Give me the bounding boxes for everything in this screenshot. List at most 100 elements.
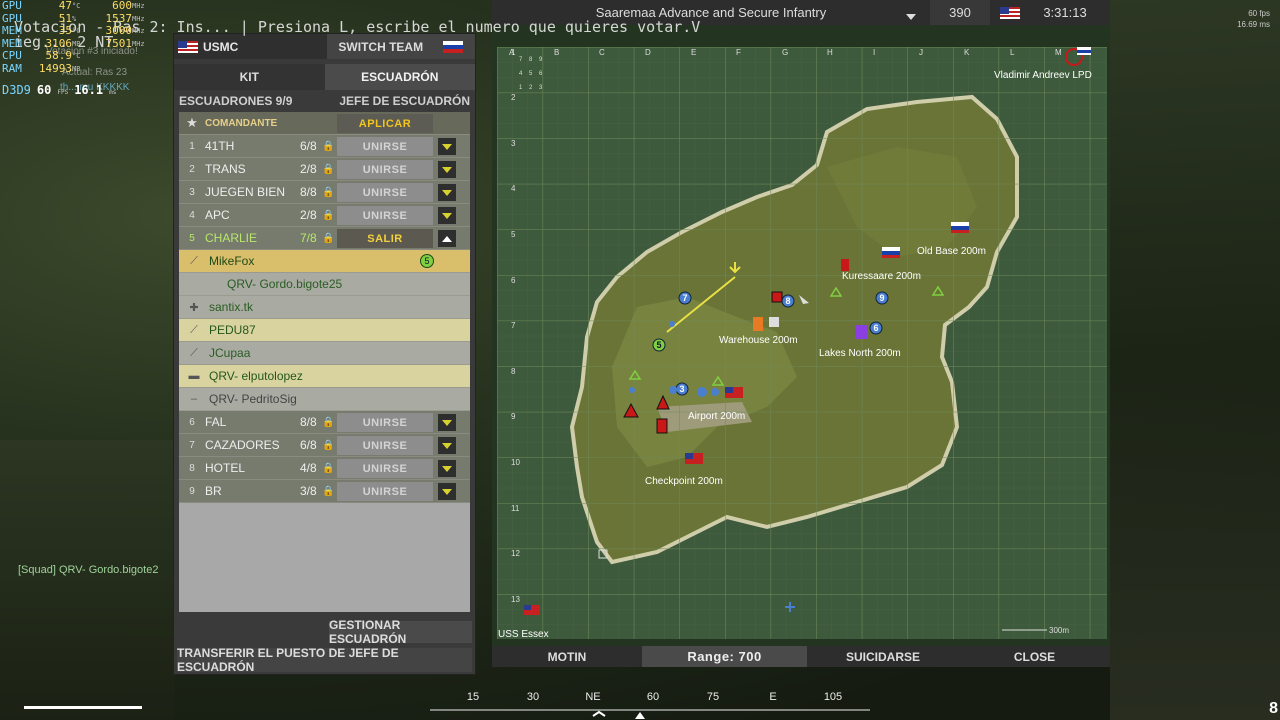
flag-old-base[interactable]: Old Base 200m: [917, 246, 986, 257]
supply-icon: [769, 317, 779, 327]
compass-labels: 15 30 NE 60 75 E 105: [467, 691, 842, 703]
join-squad-button[interactable]: UNIRSE: [337, 482, 433, 501]
collapse-arrow-icon[interactable]: [438, 230, 456, 247]
compass-tick: 30: [527, 691, 539, 703]
manage-squad-button[interactable]: GESTIONAR ESCUADRÓN: [329, 618, 472, 646]
squads-count: ESCUADRONES 9/9: [179, 94, 293, 108]
compass-tick: 105: [824, 691, 842, 703]
join-squad-button[interactable]: UNIRSE: [337, 160, 433, 179]
team-tab: USMC: [174, 34, 327, 59]
grid-row-label: 7: [511, 321, 516, 330]
ru-flag-icon: [443, 40, 464, 53]
friendly-unit-icon: [697, 387, 707, 397]
grid-col-label: E: [691, 48, 696, 57]
member-row[interactable]: – QRV- PedritoSig: [179, 388, 470, 411]
perf-overlay: GPU 47 °C 600 MHz GPU 51% 1537 MHz MEM 35 °C 3000 M…: [2, 0, 172, 75]
panel-tabs: KIT ESCUADRÓN: [174, 64, 475, 90]
grid: [497, 47, 1107, 639]
join-squad-button[interactable]: UNIRSE: [337, 137, 433, 156]
squad-row[interactable]: 4 APC 2/8 🔒 UNIRSE: [179, 204, 470, 227]
expand-arrow-icon[interactable]: [438, 483, 456, 500]
friendly-unit-icon: [711, 388, 719, 396]
fps-corner: 60 fps 16.69 ms: [1237, 9, 1270, 29]
expand-arrow-icon[interactable]: [438, 437, 456, 454]
friendly-unit-icon: [669, 386, 677, 394]
flag-lakes-north[interactable]: Lakes North 200m: [819, 348, 901, 359]
expand-arrow-icon[interactable]: [438, 184, 456, 201]
grid-row-label: 6: [511, 276, 516, 285]
squad-row[interactable]: 9 BR 3/8 🔒 UNIRSE: [179, 480, 470, 503]
join-squad-button[interactable]: UNIRSE: [337, 206, 433, 225]
lock-icon: 🔒: [322, 163, 335, 175]
lock-icon: 🔒: [322, 485, 335, 497]
machinegun-icon: ▬: [188, 370, 200, 382]
svg-text:6: 6: [873, 323, 878, 333]
join-squad-button[interactable]: UNIRSE: [337, 183, 433, 202]
star-icon: ★: [186, 115, 198, 130]
svg-text:5: 5: [656, 340, 661, 350]
suicide-button[interactable]: SUICIDARSE: [807, 646, 959, 667]
fob-icon: [753, 317, 763, 331]
squad-row[interactable]: 3 JUEGEN BIEN 8/8 🔒 UNIRSE: [179, 181, 470, 204]
flag-airport[interactable]: Airport 200m: [688, 411, 745, 422]
chevron-down-icon: [906, 14, 916, 20]
grid-row-label: 12: [511, 549, 520, 558]
transfer-leader-button[interactable]: TRANSFERIR EL PUESTO DE JEFE DE ESCUADRÓ…: [177, 646, 472, 674]
squad-row[interactable]: 7 CAZADORES 6/8 🔒 UNIRSE: [179, 434, 470, 457]
health-bar: [24, 706, 142, 709]
leader-column-header: JEFE DE ESCUADRÓN: [339, 94, 470, 108]
member-row[interactable]: ⟋ MikeFox 5: [179, 250, 470, 273]
rally-point-icon: [855, 325, 867, 339]
grid-col-label: F: [736, 48, 741, 57]
grid-row-label: 2: [511, 93, 516, 102]
member-row[interactable]: ✚ santix.tk: [179, 296, 470, 319]
expand-arrow-icon[interactable]: [438, 138, 456, 155]
member-row[interactable]: ⟋ PEDU87: [179, 319, 470, 342]
tab-squad[interactable]: ESCUADRÓN: [324, 64, 475, 90]
squad-row[interactable]: 8 HOTEL 4/8 🔒 UNIRSE: [179, 457, 470, 480]
enemy-marker-icon: [771, 291, 783, 303]
member-row[interactable]: QRV- Gordo.bigote25: [179, 273, 470, 296]
mutiny-button[interactable]: MOTIN: [492, 646, 642, 667]
rifle-icon: ⟋: [190, 323, 198, 336]
medic-cross-icon: ✚: [189, 301, 199, 314]
member-row[interactable]: ▬ QRV- elputolopez: [179, 365, 470, 388]
compass-tick: E: [769, 691, 776, 703]
heading-marker-icon: [635, 712, 645, 719]
grid-col-label: D: [645, 48, 651, 57]
expand-arrow-icon[interactable]: [438, 207, 456, 224]
us-flag-icon: [178, 40, 198, 53]
tab-kit[interactable]: KIT: [174, 64, 325, 90]
expand-arrow-icon[interactable]: [438, 161, 456, 178]
team-name: USMC: [203, 39, 239, 54]
lock-icon: 🔒: [322, 140, 335, 152]
join-squad-button[interactable]: UNIRSE: [337, 459, 433, 478]
flag-uss-essex[interactable]: USS Essex: [498, 629, 549, 639]
lock-icon: 🔒: [322, 232, 335, 244]
expand-arrow-icon[interactable]: [438, 460, 456, 477]
grid-col-label: G: [782, 48, 788, 57]
flag-kuressaare[interactable]: Kuressaare 200m: [842, 271, 921, 282]
switch-team-button[interactable]: SWITCH TEAM: [326, 34, 475, 59]
join-squad-button[interactable]: UNIRSE: [337, 436, 433, 455]
perf-row: MEM 35 °C 3000 MHz: [2, 24, 145, 37]
expand-arrow-icon[interactable]: [438, 414, 456, 431]
enemy-marker-icon: [841, 259, 849, 271]
leave-squad-button[interactable]: SALIR: [337, 229, 433, 248]
squad-row-current[interactable]: 5 CHARLIE 7/8 🔒 SALIR: [179, 227, 470, 250]
apply-commander-button[interactable]: APLICAR: [337, 114, 433, 133]
squad-row[interactable]: 1 41TH 6/8 🔒 UNIRSE: [179, 135, 470, 158]
member-row[interactable]: ⟋ JCupaa: [179, 342, 470, 365]
join-squad-button[interactable]: UNIRSE: [337, 413, 433, 432]
grid-row-label: 10: [511, 458, 520, 467]
fps-readout: D3D9 60 FPS 16.1 ms: [2, 83, 117, 97]
lock-icon: 🔒: [322, 209, 335, 221]
close-button[interactable]: CLOSE: [959, 646, 1110, 667]
squad-row[interactable]: 6 FAL 8/8 🔒 UNIRSE: [179, 411, 470, 434]
flag-warehouse[interactable]: Warehouse 200m: [719, 335, 798, 346]
flag-checkpoint[interactable]: Checkpoint 200m: [645, 476, 723, 487]
map-window: Saaremaa Advance and Secure Infantry 390…: [492, 0, 1110, 667]
tactical-map[interactable]: A B C D E F G H I J K L M 1 2 3 4 5 6 7 …: [497, 47, 1107, 639]
lock-icon: 🔒: [322, 416, 335, 428]
squad-row[interactable]: 2 TRANS 2/8 🔒 UNIRSE: [179, 158, 470, 181]
